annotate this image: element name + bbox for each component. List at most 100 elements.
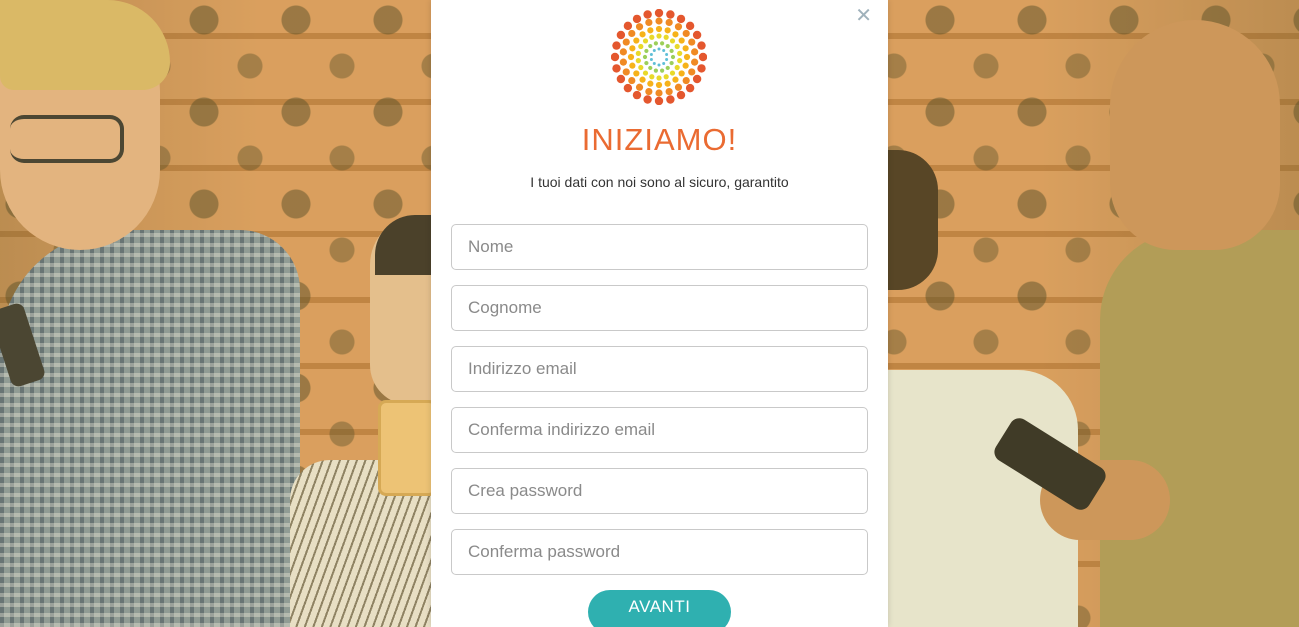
logo-dot [654, 96, 664, 105]
logo-dot [642, 70, 649, 76]
logo-dot [676, 90, 686, 100]
logo-dot [612, 64, 621, 73]
logo-dot [665, 18, 673, 27]
logo-dot [652, 49, 656, 53]
close-icon[interactable]: ✕ [855, 6, 872, 26]
logo-dot [666, 95, 675, 104]
logo-dot [648, 65, 653, 71]
logo-dot [676, 14, 686, 24]
logo-dot [616, 74, 626, 84]
logo-dot [664, 27, 671, 34]
logo-dot [655, 89, 663, 97]
logo-dot [656, 75, 662, 81]
logo-dot [688, 38, 696, 46]
logo-dot [660, 68, 665, 73]
logo-dot [672, 76, 679, 83]
logo-dot [663, 34, 669, 40]
logo-dot [635, 83, 644, 91]
logo-dot [622, 68, 630, 76]
logo-dot [623, 83, 633, 93]
logo-dot [639, 31, 646, 38]
logo-dot [653, 68, 658, 73]
logo-dot [682, 45, 689, 52]
logo-dot [682, 29, 690, 38]
confirm-email-field[interactable] [451, 407, 868, 453]
logo-dot [669, 48, 674, 54]
logo-dot [633, 37, 640, 44]
logo-dot [697, 41, 706, 50]
logo-dot [647, 80, 654, 87]
first-name-field[interactable] [451, 224, 868, 270]
logo-dot [644, 48, 649, 54]
logo-dot [645, 18, 653, 27]
logo-dot [653, 41, 658, 46]
logo-dot [654, 9, 664, 18]
logo-dot [638, 64, 644, 71]
logo-dot [685, 21, 695, 31]
password-field[interactable] [451, 468, 868, 514]
logo-dot [633, 70, 640, 77]
logo-dot [657, 63, 661, 67]
logo-dot [619, 58, 627, 66]
logo-dot [683, 53, 691, 61]
logo-dot [649, 53, 653, 57]
logo-dot [678, 70, 685, 77]
logo-dot [665, 43, 670, 49]
logo-dot [628, 76, 636, 85]
logo-dot [677, 50, 683, 56]
logo-dot [688, 68, 696, 76]
logo-dot [644, 60, 649, 66]
last-name-field[interactable] [451, 285, 868, 331]
logo-dot [635, 23, 644, 31]
logo-dot [619, 48, 627, 56]
logo-dot [649, 74, 655, 80]
logo-dot [677, 58, 683, 64]
signup-modal: ✕ INIZIAMO! I tuoi dati con noi sono al … [431, 0, 888, 627]
page-subtitle: I tuoi dati con noi sono al sicuro, gara… [530, 174, 789, 190]
logo-dot [674, 43, 680, 50]
logo-dot [692, 30, 702, 40]
logo-dot [628, 29, 636, 38]
page-stage: ✕ INIZIAMO! I tuoi dati con noi sono al … [0, 0, 1299, 627]
logo-dot [642, 54, 648, 60]
logo-dot [674, 83, 683, 91]
page-title: INIZIAMO! [581, 122, 738, 157]
confirm-password-field[interactable] [451, 529, 868, 575]
logo-dot [672, 31, 679, 38]
logo-dot [662, 49, 666, 53]
email-field[interactable] [451, 346, 868, 392]
logo-dot [629, 62, 636, 69]
logo-dot [655, 25, 663, 33]
logo-dot [635, 50, 641, 56]
logo-dot [665, 57, 669, 61]
logo-dot [648, 43, 653, 49]
logo-dot [685, 83, 695, 93]
logo-dot [649, 57, 653, 61]
logo-dot [652, 61, 656, 65]
logo-dot [665, 87, 673, 96]
logo-dot [612, 41, 621, 50]
logo-dot [656, 33, 662, 39]
logo-dot [622, 38, 630, 46]
logo-dot [643, 10, 652, 19]
logo-dot [665, 65, 670, 71]
logo-dot [674, 23, 683, 31]
logo-dot [649, 34, 655, 40]
logo-dot [669, 70, 676, 76]
next-button[interactable]: AVANTI [588, 590, 731, 627]
logo-dot [655, 17, 663, 25]
logo-dot [611, 52, 620, 62]
logo-dot [682, 62, 689, 69]
logo-dot [647, 27, 654, 34]
sunburst-dots-logo-icon [611, 9, 707, 105]
logo-dot [657, 47, 661, 51]
logo-dot [638, 43, 644, 50]
logo-dot [692, 74, 702, 84]
logo-dot [666, 10, 675, 19]
logo-dot [627, 53, 635, 61]
logo-dot [691, 58, 699, 66]
logo-dot [670, 54, 676, 60]
logo-dot [632, 14, 642, 24]
logo-dot [665, 53, 669, 57]
logo-dot [669, 38, 676, 44]
